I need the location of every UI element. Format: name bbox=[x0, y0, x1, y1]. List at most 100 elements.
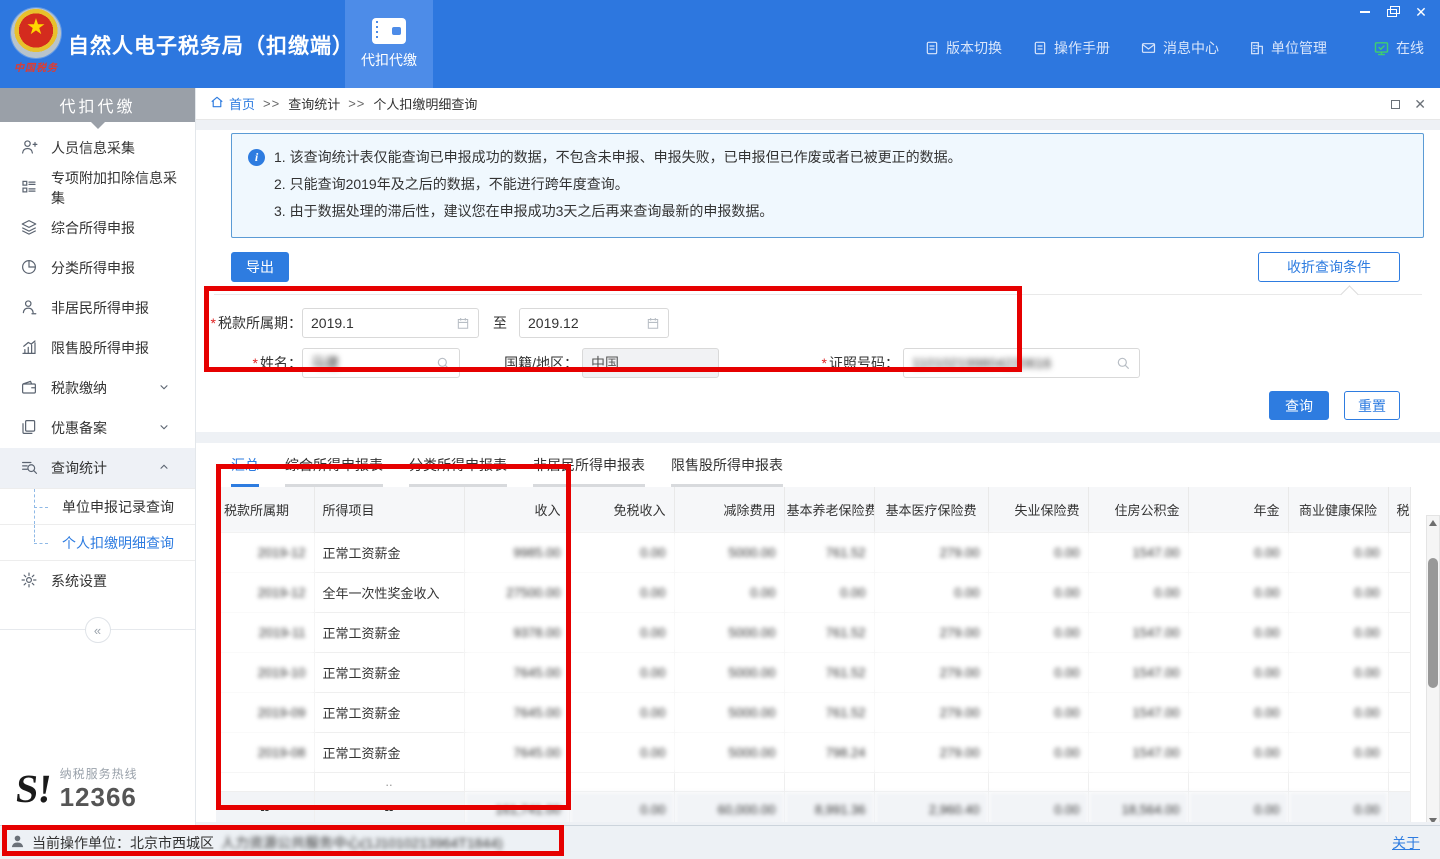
query-statistics-submenu: 单位申报记录查询 个人扣缴明细查询 bbox=[0, 488, 195, 561]
hotline-number: 12366 bbox=[60, 782, 138, 813]
about-link[interactable]: 关于 bbox=[1392, 833, 1420, 853]
logo-caption: 中国税务 bbox=[8, 59, 64, 74]
sidebar-item-preferential-filing[interactable]: 优惠备案 bbox=[0, 408, 195, 448]
table-header-row: 税款所属期 所得项目 收入 免税收入 减除费用 基本养老保险费 基本医疗保险费 … bbox=[216, 487, 1410, 532]
menu-message-center[interactable]: 消息中心 bbox=[1140, 38, 1219, 58]
form-actions: 查询 重置 bbox=[196, 391, 1400, 420]
tab-withholding[interactable]: 代扣代缴 bbox=[345, 0, 433, 88]
search-icon[interactable] bbox=[1115, 355, 1131, 371]
notice-line-3: 3. 由于数据处理的滞后性，建议您在申报成功3天之后再来查询最新的申报数据。 bbox=[248, 198, 1407, 225]
current-operating-unit: 当前操作单位：北京市西城区 bbox=[32, 833, 214, 853]
id-number-label: *证照号码： bbox=[719, 353, 899, 373]
sidebar-subitem-unit-declaration-records[interactable]: 单位申报记录查询 bbox=[0, 488, 195, 524]
home-icon bbox=[210, 95, 224, 112]
scroll-down-arrow[interactable] bbox=[1427, 815, 1439, 823]
table-row[interactable]: 2019-12正常工资薪金 9985.000.00 5000.00761.52 … bbox=[216, 532, 1410, 572]
sidebar-menu: 人员信息采集 专项附加扣除信息采集 综合所得申报 分类所得申报 非居民所得申报 … bbox=[0, 128, 195, 643]
hotline-logo-icon: S! bbox=[14, 769, 54, 809]
search-icon[interactable] bbox=[435, 355, 451, 371]
tab-comprehensive-income-form[interactable]: 综合所得申报表 bbox=[285, 455, 383, 487]
online-status[interactable]: 在线 bbox=[1373, 38, 1424, 58]
menu-version-switch[interactable]: 版本切换 bbox=[924, 38, 1002, 58]
export-button[interactable]: 导出 bbox=[231, 252, 289, 282]
sidebar-item-restricted-stock[interactable]: 限售股所得申报 bbox=[0, 328, 195, 368]
envelope-icon bbox=[1140, 40, 1157, 56]
sidebar-item-query-statistics[interactable]: 查询统计 bbox=[0, 448, 195, 488]
vertical-scrollbar[interactable] bbox=[1426, 515, 1440, 822]
period-label: *税款所属期： bbox=[196, 313, 302, 333]
current-operating-unit-detail: 人力资源公共服务中心(1J1010213964T1844) bbox=[221, 833, 503, 853]
sidebar-item-personnel-info[interactable]: 人员信息采集 bbox=[0, 128, 195, 168]
person-icon bbox=[20, 298, 51, 319]
col-medical: 基本医疗保险费 bbox=[874, 487, 988, 532]
sidebar-item-comprehensive-income[interactable]: 综合所得申报 bbox=[0, 208, 195, 248]
user-icon bbox=[10, 834, 25, 852]
sidebar-item-nonresident-income[interactable]: 非居民所得申报 bbox=[0, 288, 195, 328]
breadcrumb-home[interactable]: 首页 bbox=[210, 94, 255, 113]
col-unemployment: 失业保险费 bbox=[988, 487, 1088, 532]
chevron-down-icon bbox=[158, 420, 183, 436]
sidebar-item-classified-income[interactable]: 分类所得申报 bbox=[0, 248, 195, 288]
col-clipped: 税 bbox=[1388, 487, 1410, 532]
tab-summary[interactable]: 汇总 bbox=[231, 455, 259, 487]
table-row[interactable]: 2019-09正常工资薪金 7645.000.00 5000.00761.52 … bbox=[216, 692, 1410, 732]
tab-classified-income-form[interactable]: 分类所得申报表 bbox=[409, 455, 507, 487]
divider bbox=[214, 294, 1422, 295]
period-end-input[interactable]: 2019.12 bbox=[519, 308, 669, 338]
info-icon: i bbox=[248, 149, 265, 166]
sidebar-item-tax-payment[interactable]: 税款缴纳 bbox=[0, 368, 195, 408]
notice-box: i 1. 该查询统计表仅能查询已申报成功的数据，不包含未申报、申报失败，已申报但… bbox=[231, 133, 1424, 238]
col-period: 税款所属期 bbox=[216, 487, 314, 532]
document-icon bbox=[924, 40, 940, 56]
tax-bureau-logo: ★ 中国税务 bbox=[8, 6, 64, 84]
collapse-query-conditions-button[interactable]: 收折查询条件 bbox=[1258, 252, 1400, 282]
layers-icon bbox=[20, 218, 51, 239]
notice-line-1: 1. 该查询统计表仅能查询已申报成功的数据，不包含未申报、申报失败，已申报但已作… bbox=[274, 144, 962, 171]
caret-up-icon bbox=[1340, 285, 1358, 303]
table-total-row: ---- 161,741.000.00 60,000.008,991.36 2,… bbox=[216, 791, 1410, 822]
sidebar-collapse-row: « bbox=[0, 615, 195, 643]
section-gap bbox=[196, 432, 1440, 443]
sidebar-cap: 代扣代缴 bbox=[0, 88, 195, 122]
status-bar: 当前操作单位：北京市西城区 人力资源公共服务中心(1J1010213964T18… bbox=[0, 825, 1440, 859]
nationality-label: 国籍/地区： bbox=[460, 353, 578, 373]
tab-nonresident-income-form[interactable]: 非居民所得申报表 bbox=[533, 455, 645, 487]
emblem-star-icon: ★ bbox=[11, 16, 61, 38]
id-number-input[interactable]: 110102199804220616 bbox=[903, 348, 1140, 378]
table-row[interactable]: 2019-11正常工资薪金 9378.000.00 5000.00761.52 … bbox=[216, 612, 1410, 652]
table-row[interactable]: 2019-08正常工资薪金 7645.000.00 5000.00798.24 … bbox=[216, 732, 1410, 772]
breadcrumb-item-personal-withholding-detail: 个人扣缴明细查询 bbox=[373, 94, 477, 113]
breadcrumb-item-query-statistics[interactable]: 查询统计 bbox=[288, 94, 340, 113]
scroll-up-arrow[interactable] bbox=[1427, 516, 1439, 529]
tab-restricted-stock-form[interactable]: 限售股所得申报表 bbox=[671, 455, 783, 487]
notice-line-2: 2. 只能查询2019年及之后的数据，不能进行跨年度查询。 bbox=[248, 171, 1407, 198]
panel-maximize-icon[interactable] bbox=[1391, 100, 1400, 109]
sidebar-collapse-button[interactable]: « bbox=[85, 617, 111, 643]
wallet-outline-icon bbox=[20, 378, 51, 399]
sidebar-item-special-deduction[interactable]: 专项附加扣除信息采集 bbox=[0, 168, 195, 208]
col-housing-fund: 住房公积金 bbox=[1088, 487, 1188, 532]
breadcrumb-separator: >> bbox=[348, 96, 365, 111]
breadcrumb-separator: >> bbox=[263, 96, 280, 111]
query-button[interactable]: 查询 bbox=[1269, 391, 1329, 420]
period-start-input[interactable]: 2019.1 bbox=[302, 308, 479, 338]
table-row[interactable]: 2019-12全年一次性奖金收入 27500.000.00 0.000.00 0… bbox=[216, 572, 1410, 612]
table-row-clipped: .. bbox=[216, 772, 1410, 791]
menu-manual[interactable]: 操作手册 bbox=[1032, 38, 1110, 58]
name-input[interactable]: 马建 bbox=[302, 348, 460, 378]
reset-button[interactable]: 重置 bbox=[1344, 391, 1400, 420]
vertical-scroll-thumb[interactable] bbox=[1428, 558, 1438, 688]
panel-close-icon[interactable]: ✕ bbox=[1414, 97, 1426, 111]
result-table-zone: 税款所属期 所得项目 收入 免税收入 减除费用 基本养老保险费 基本医疗保险费 … bbox=[216, 487, 1424, 822]
table-row[interactable]: 2019-10正常工资薪金 7645.000.00 5000.00761.52 … bbox=[216, 652, 1410, 692]
close-button[interactable]: ✕ bbox=[1412, 4, 1430, 20]
col-income: 收入 bbox=[464, 487, 569, 532]
restore-button[interactable] bbox=[1384, 4, 1402, 20]
sidebar-item-system-settings[interactable]: 系统设置 bbox=[0, 561, 195, 601]
minimize-button[interactable] bbox=[1356, 4, 1374, 20]
search-list-icon bbox=[20, 458, 51, 479]
col-fee-deduction: 减除费用 bbox=[674, 487, 784, 532]
sidebar-subitem-personal-withholding-detail[interactable]: 个人扣缴明细查询 bbox=[0, 524, 195, 560]
menu-unit-management[interactable]: 单位管理 bbox=[1249, 38, 1327, 58]
chevron-up-icon bbox=[158, 460, 183, 476]
